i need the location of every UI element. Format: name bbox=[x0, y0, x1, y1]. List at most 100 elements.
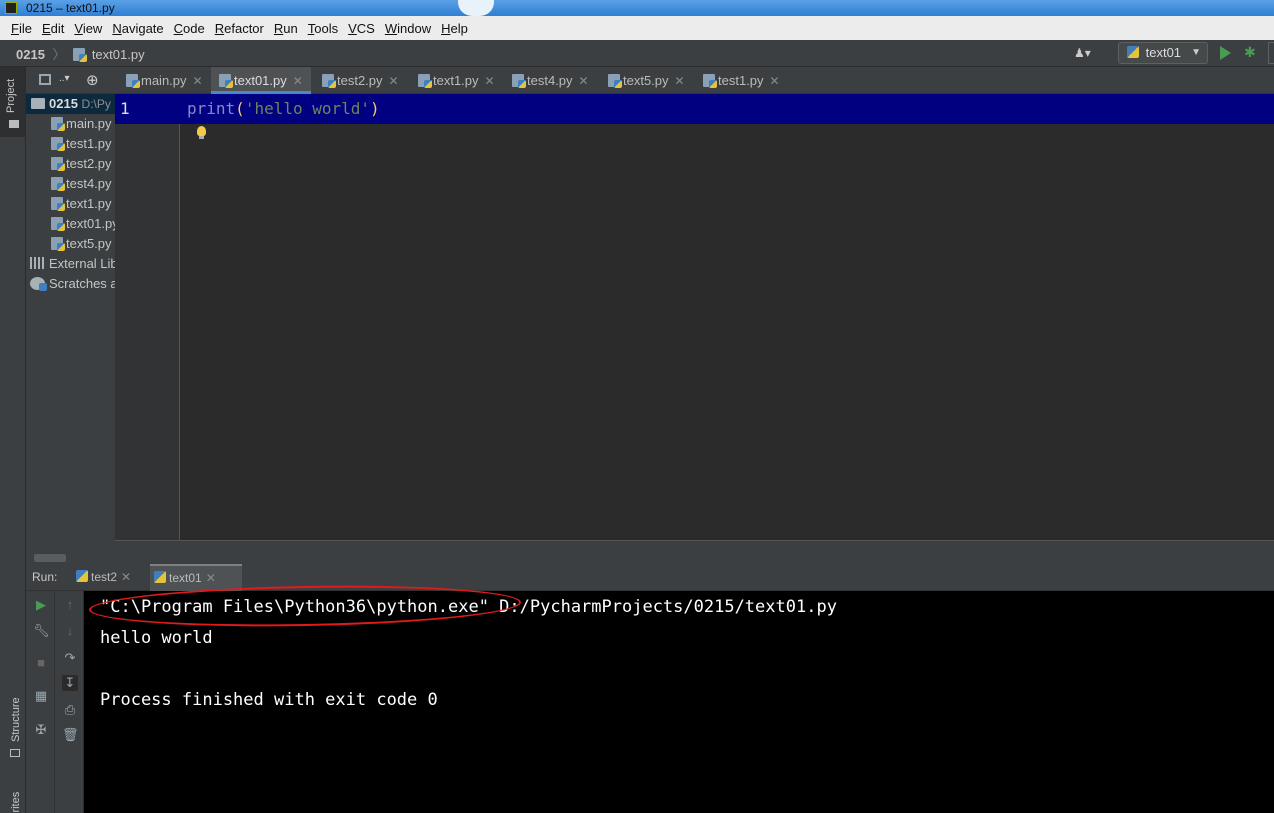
tree-file-item[interactable]: text5.py bbox=[26, 234, 115, 254]
close-icon[interactable]: ✕ bbox=[206, 571, 216, 585]
layout-icon[interactable]: ▦ bbox=[33, 688, 49, 704]
project-root-row[interactable]: 0215 D:\Py bbox=[26, 94, 115, 114]
library-icon bbox=[30, 257, 45, 269]
tree-file-item[interactable]: text01.py bbox=[26, 214, 115, 234]
code-editor[interactable]: 1 print('hello world') bbox=[115, 94, 1274, 540]
trash-icon[interactable]: 🗑︎ bbox=[62, 727, 79, 743]
python-icon bbox=[1127, 46, 1139, 58]
rerun-play-icon[interactable]: ▶ bbox=[33, 597, 49, 613]
menu-navigate[interactable]: Navigate bbox=[107, 21, 168, 36]
close-icon[interactable]: ✕ bbox=[675, 74, 685, 88]
close-icon[interactable]: ✕ bbox=[485, 74, 495, 88]
stop-icon[interactable]: ■ bbox=[33, 655, 49, 671]
wrench-icon[interactable]: 🔧︎ bbox=[33, 623, 50, 639]
menu-vcs[interactable]: VCS bbox=[343, 21, 380, 36]
close-icon[interactable]: ✕ bbox=[389, 74, 399, 88]
tree-file-item[interactable]: text1.py bbox=[26, 194, 115, 214]
run-console[interactable]: "C:\Program Files\Python36\python.exe" D… bbox=[84, 582, 1274, 813]
close-icon[interactable]: ✕ bbox=[193, 74, 203, 88]
view-mode-icon[interactable] bbox=[39, 74, 51, 85]
chevron-down-icon: ▼ bbox=[1191, 47, 1201, 58]
run-configuration-select[interactable]: text01 ▼ bbox=[1118, 42, 1208, 64]
scratches-item[interactable]: Scratches a bbox=[26, 274, 115, 294]
project-root-path: D:\Py bbox=[81, 97, 111, 111]
breadcrumb-project[interactable]: 0215 bbox=[16, 47, 45, 62]
debug-bug-icon[interactable]: ✱ bbox=[1244, 44, 1258, 61]
toolbar-overflow-button[interactable] bbox=[1268, 42, 1274, 64]
tree-file-label: text01.py bbox=[66, 216, 115, 231]
breadcrumb-file[interactable]: text01.py bbox=[92, 47, 145, 62]
user-account-icon[interactable]: ♟▾ bbox=[1074, 46, 1102, 62]
menu-edit[interactable]: Edit bbox=[37, 21, 69, 36]
close-icon[interactable]: ✕ bbox=[770, 74, 780, 88]
tab-test1-py[interactable]: test1.py ✕ bbox=[695, 67, 780, 94]
tree-file-item[interactable]: test2.py bbox=[26, 154, 115, 174]
tree-file-label: test4.py bbox=[66, 176, 112, 191]
folder-icon bbox=[31, 98, 45, 109]
scroll-to-end-icon[interactable]: ↧ bbox=[62, 675, 78, 691]
tree-file-item[interactable]: test1.py bbox=[26, 134, 115, 154]
menu-file[interactable]: File bbox=[6, 21, 37, 36]
run-button[interactable] bbox=[1220, 46, 1231, 60]
run-configuration-label: text01 bbox=[1145, 45, 1182, 60]
menu-help[interactable]: Help bbox=[436, 21, 473, 36]
lightbulb-icon[interactable] bbox=[197, 126, 206, 139]
tab-main-py[interactable]: main.py ✕ bbox=[118, 67, 203, 94]
print-icon[interactable]: ⎙ bbox=[62, 702, 78, 718]
menu-tools[interactable]: Tools bbox=[303, 21, 343, 36]
run-toolbar-secondary: ↑ ↓ ↷ ↧ ⎙ 🗑︎ bbox=[55, 591, 84, 813]
menu-code[interactable]: Code bbox=[169, 21, 210, 36]
favorites-tool-tab[interactable]: Favorites bbox=[10, 792, 22, 813]
tree-file-item[interactable]: test4.py bbox=[26, 174, 115, 194]
code-string: 'hello world' bbox=[244, 99, 371, 118]
tab-test2-py[interactable]: test2.py ✕ bbox=[314, 67, 399, 94]
python-file-icon bbox=[51, 157, 65, 171]
project-panel-toolbar: ..▾ ⊕ bbox=[26, 67, 115, 94]
console-script-path: D:/PycharmProjects/0215/text01.py bbox=[488, 597, 837, 617]
project-panel: ..▾ ⊕ 0215 D:\Py main.py test1.py test2.… bbox=[26, 67, 115, 564]
menu-refactor[interactable]: Refactor bbox=[210, 21, 269, 36]
arrow-up-icon[interactable]: ↑ bbox=[62, 597, 78, 613]
menu-view[interactable]: View bbox=[69, 21, 107, 36]
arrow-down-icon[interactable]: ↓ bbox=[62, 623, 78, 639]
tree-file-label: text1.py bbox=[66, 196, 112, 211]
project-tool-tab[interactable]: Project bbox=[0, 67, 25, 137]
tree-file-item[interactable]: main.py bbox=[26, 114, 115, 134]
menu-run[interactable]: Run bbox=[269, 21, 303, 36]
tab-text01-py[interactable]: text01.py ✕ bbox=[211, 67, 311, 94]
soft-wrap-icon[interactable]: ↷ bbox=[62, 650, 78, 666]
code-line[interactable]: print('hello world') bbox=[187, 99, 380, 118]
breadcrumb-separator-icon: 〉 bbox=[52, 47, 66, 62]
python-icon bbox=[76, 570, 88, 582]
breadcrumb: 0215 〉 text01.py bbox=[16, 44, 145, 63]
structure-tool-tab[interactable]: Structure bbox=[10, 697, 22, 742]
menu-window[interactable]: Window bbox=[380, 21, 436, 36]
editor-bottom-border bbox=[115, 540, 1274, 564]
structure-icon bbox=[10, 749, 20, 757]
title-bar-glare bbox=[458, 0, 494, 16]
folder-icon bbox=[9, 120, 19, 128]
locate-target-icon[interactable]: ⊕ bbox=[86, 71, 99, 89]
run-tab-label: text01 bbox=[169, 571, 202, 585]
pin-icon[interactable]: ✠ bbox=[33, 722, 49, 738]
project-horizontal-scrollbar[interactable] bbox=[34, 554, 66, 562]
dropdown-icon[interactable]: ..▾ bbox=[59, 73, 70, 84]
python-file-icon bbox=[51, 237, 65, 251]
external-libraries-item[interactable]: External Lib bbox=[26, 254, 115, 274]
run-tab-text01[interactable]: text01 ✕ bbox=[150, 564, 242, 591]
close-icon[interactable]: ✕ bbox=[579, 74, 589, 88]
close-icon[interactable]: ✕ bbox=[293, 74, 303, 88]
tab-text5-py[interactable]: text5.py ✕ bbox=[600, 67, 685, 94]
run-tab-test2[interactable]: test2 ✕ bbox=[72, 564, 131, 591]
close-icon[interactable]: ✕ bbox=[121, 570, 131, 584]
run-panel-header: Run: test2 ✕ text01 ✕ bbox=[26, 564, 1274, 591]
python-file-icon bbox=[126, 74, 140, 88]
code-close-paren: ) bbox=[370, 99, 380, 118]
window-title-bar: 0215 – text01.py bbox=[0, 0, 1274, 16]
tab-test4-py[interactable]: test4.py ✕ bbox=[504, 67, 589, 94]
tree-file-label: test1.py bbox=[66, 136, 112, 151]
python-icon bbox=[154, 571, 166, 583]
tab-text1-py[interactable]: text1.py ✕ bbox=[410, 67, 495, 94]
python-file-icon bbox=[51, 137, 65, 151]
menu-bar: File Edit View Navigate Code Refactor Ru… bbox=[0, 16, 1274, 40]
